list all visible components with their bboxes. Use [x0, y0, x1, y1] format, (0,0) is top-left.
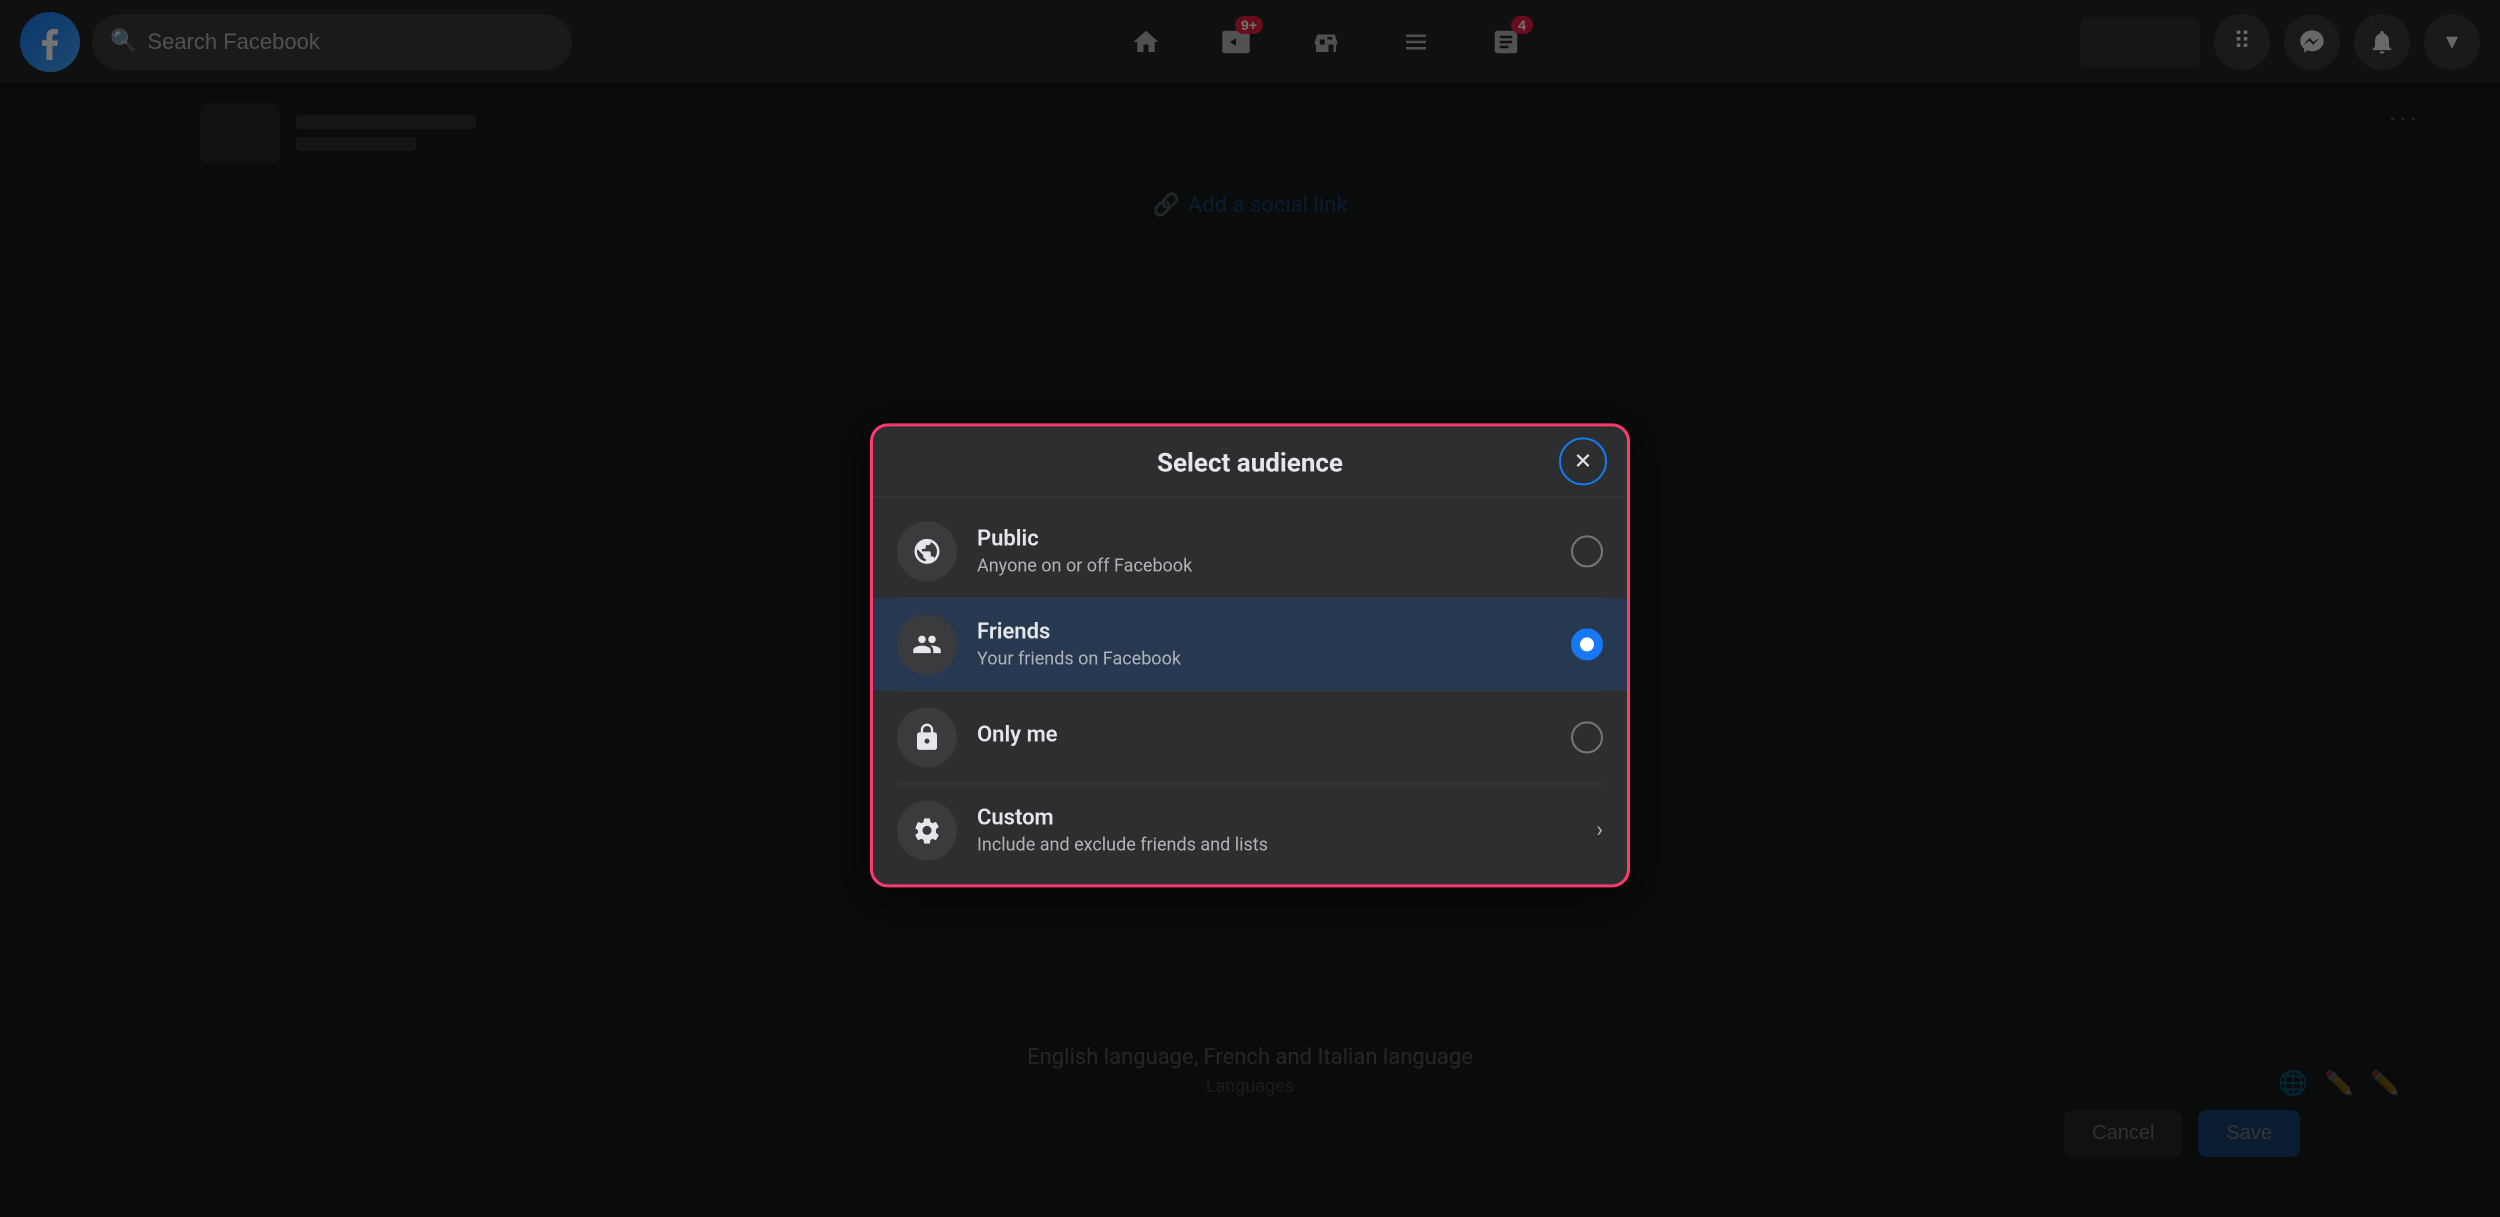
modal-close-button[interactable]: ✕: [1559, 437, 1607, 485]
only-me-icon-circle: [897, 707, 957, 767]
audience-option-custom[interactable]: Custom Include and exclude friends and l…: [873, 784, 1627, 876]
only-me-radio[interactable]: [1571, 721, 1603, 753]
select-audience-modal: Select audience ✕ Public Anyone on or of…: [870, 423, 1630, 887]
friends-sublabel: Your friends on Facebook: [977, 648, 1551, 669]
custom-chevron-icon: ›: [1596, 817, 1603, 842]
public-sublabel: Anyone on or off Facebook: [977, 555, 1551, 576]
select-audience-modal-wrapper: Select audience ✕ Public Anyone on or of…: [870, 423, 1630, 887]
modal-header: Select audience ✕: [873, 426, 1627, 497]
public-label: Public: [977, 526, 1551, 551]
custom-sublabel: Include and exclude friends and lists: [977, 834, 1576, 855]
public-option-text: Public Anyone on or off Facebook: [977, 526, 1551, 576]
only-me-option-text: Only me: [977, 722, 1551, 751]
friends-label: Friends: [977, 619, 1551, 644]
public-radio[interactable]: [1571, 535, 1603, 567]
custom-label: Custom: [977, 805, 1576, 830]
audience-option-friends[interactable]: Friends Your friends on Facebook: [873, 598, 1627, 690]
friends-radio[interactable]: [1571, 628, 1603, 660]
only-me-label: Only me: [977, 722, 1551, 747]
audience-option-public[interactable]: Public Anyone on or off Facebook: [873, 505, 1627, 597]
audience-option-only-me[interactable]: Only me: [873, 691, 1627, 783]
custom-option-text: Custom Include and exclude friends and l…: [977, 805, 1576, 855]
friends-icon-circle: [897, 614, 957, 674]
friends-option-text: Friends Your friends on Facebook: [977, 619, 1551, 669]
modal-title: Select audience: [1157, 448, 1343, 478]
audience-option-list: Public Anyone on or off Facebook Friends…: [873, 497, 1627, 884]
public-icon-circle: [897, 521, 957, 581]
custom-icon-circle: [897, 800, 957, 860]
